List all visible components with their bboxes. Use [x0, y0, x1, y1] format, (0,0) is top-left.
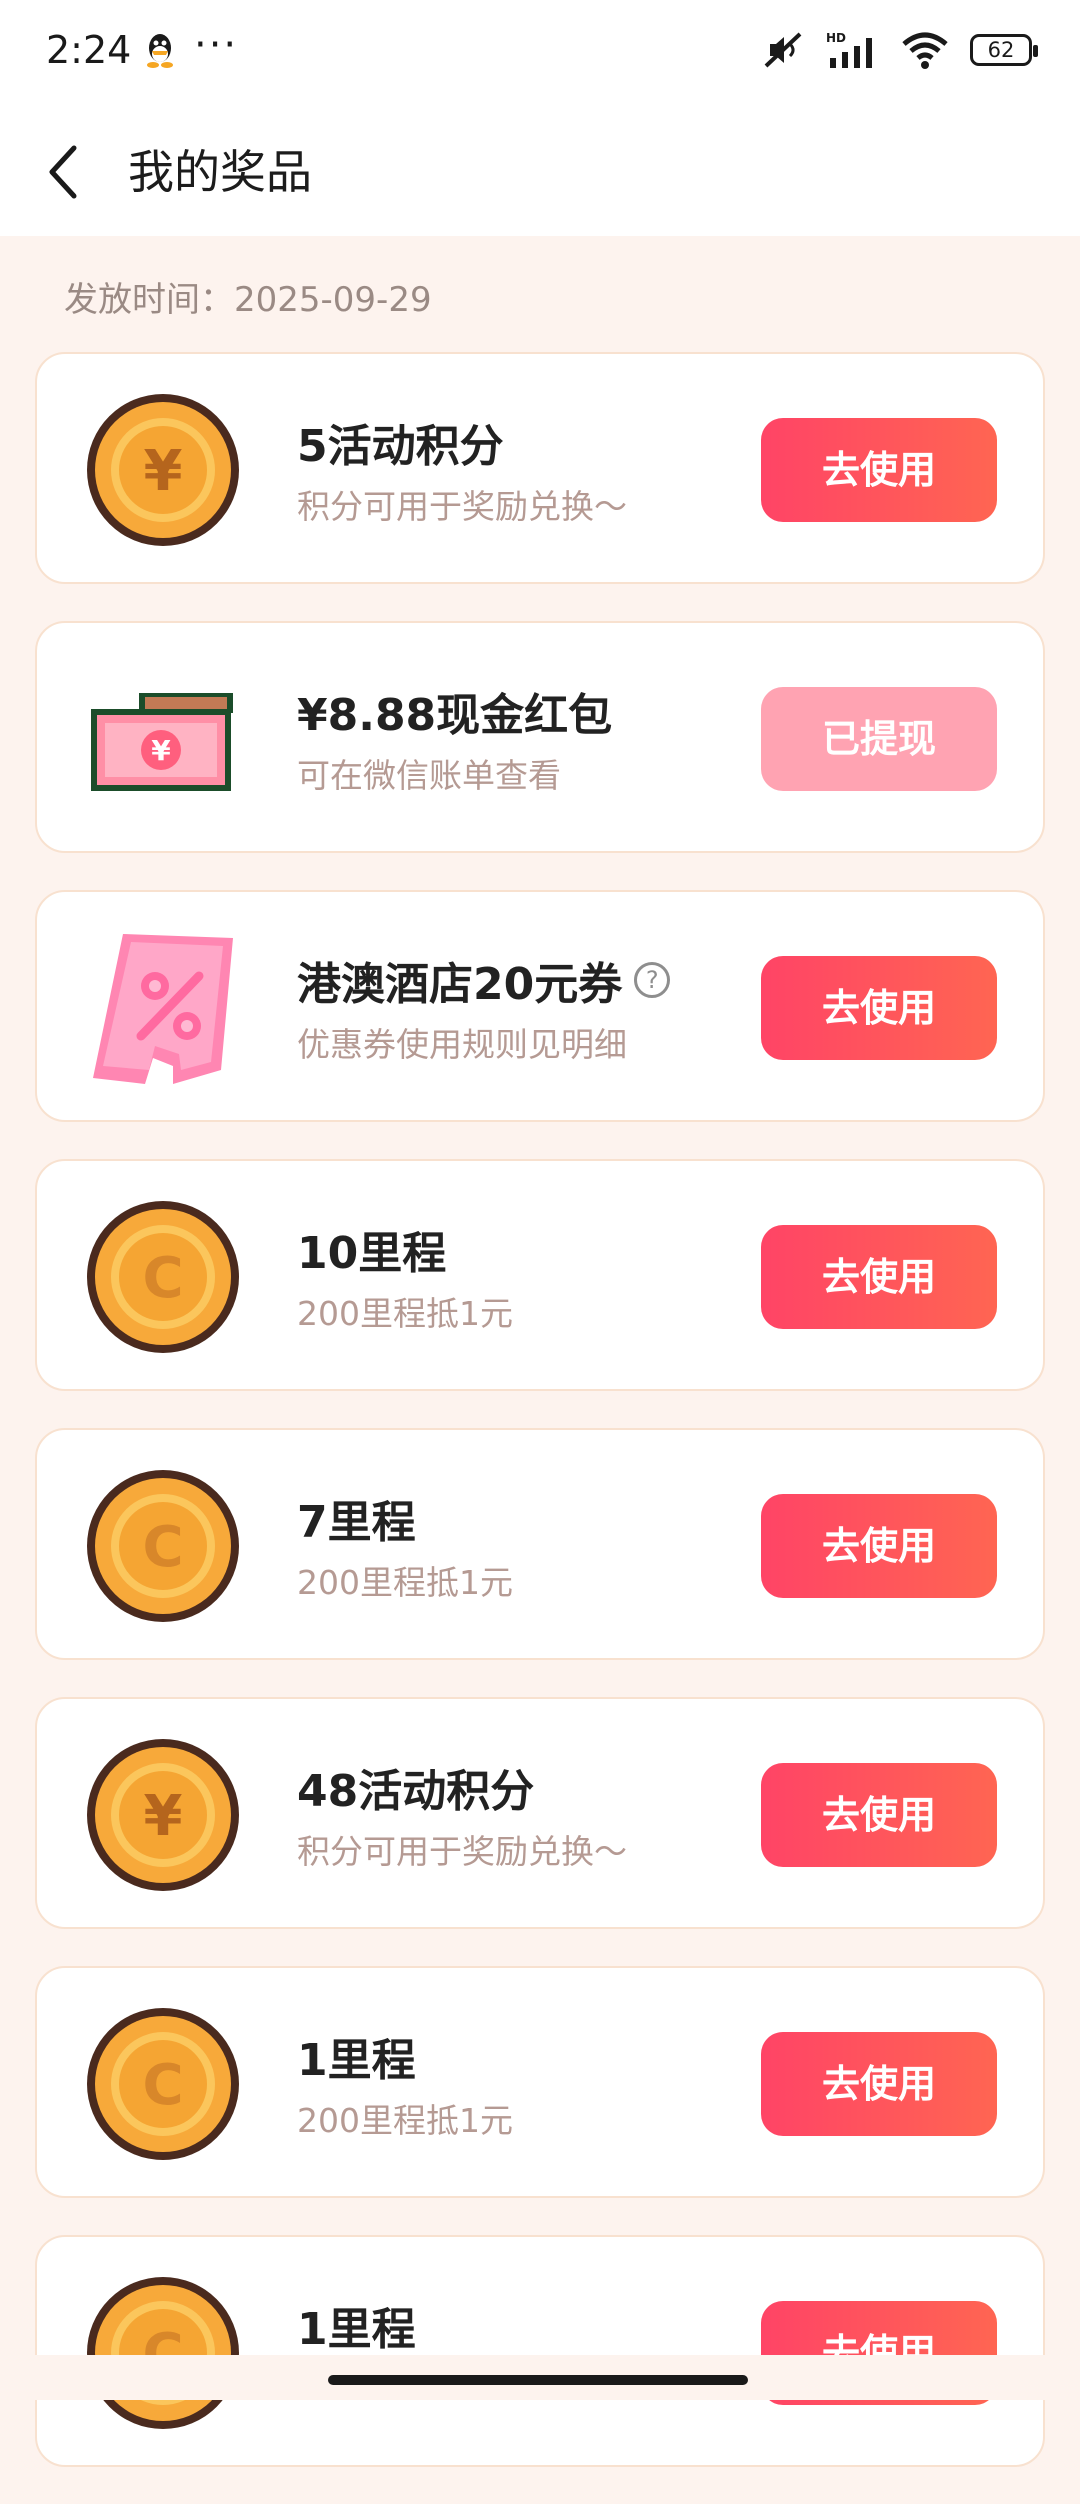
status-bar: 2:24 ··· HD 62	[0, 0, 1080, 108]
yuan-coin-icon: ¥	[87, 394, 239, 546]
svg-text:¥: ¥	[151, 734, 171, 767]
reward-card: C 1里程 200里程抵1元 去使用	[35, 1966, 1045, 2198]
use-button[interactable]: 去使用	[761, 418, 997, 522]
wifi-icon	[902, 32, 948, 69]
reward-name: 1里程	[297, 2304, 416, 2355]
coupon-icon	[93, 934, 233, 1084]
yuan-coin-icon: ¥	[87, 1739, 239, 1891]
use-button[interactable]: 去使用	[761, 1225, 997, 1329]
reward-desc: 200里程抵1元	[297, 2101, 513, 2140]
use-button[interactable]: 去使用	[761, 2032, 997, 2136]
reward-card: ¥ 48活动积分 积分可用于奖励兑换～ 去使用	[35, 1697, 1045, 1929]
reward-card: C 7里程 200里程抵1元 去使用	[35, 1428, 1045, 1660]
reward-card: C 10里程 200里程抵1元 去使用	[35, 1159, 1045, 1391]
svg-text:C: C	[142, 1515, 183, 1580]
reward-desc: 200里程抵1元	[297, 1563, 513, 1602]
more-dots-icon: ···	[194, 22, 239, 68]
page-title: 我的奖品	[128, 145, 312, 199]
mute-icon	[764, 32, 802, 68]
reward-desc: 积分可用于奖励兑换～	[297, 1832, 627, 1871]
use-button[interactable]: 去使用	[761, 1763, 997, 1867]
reward-card: ¥ 5活动积分 积分可用于奖励兑换～ 去使用	[35, 352, 1045, 584]
reward-desc: 优惠券使用规则见明细	[297, 1025, 627, 1064]
reward-name: 港澳酒店20元券 ?	[297, 948, 671, 1012]
mileage-coin-icon: C	[87, 1201, 239, 1353]
reward-name: ¥8.88现金红包	[297, 690, 613, 741]
reward-card: ¥ ¥8.88现金红包 可在微信账单查看 已提现	[35, 621, 1045, 853]
home-indicator[interactable]	[328, 2375, 748, 2385]
chevron-left-icon[interactable]	[36, 138, 96, 206]
mileage-coin-icon: C	[87, 1470, 239, 1622]
battery-icon: 62	[970, 34, 1038, 66]
hd-signal-icon: HD	[826, 31, 872, 68]
svg-text:C: C	[142, 1246, 183, 1311]
status-time: 2:24	[46, 28, 132, 72]
svg-text:¥: ¥	[144, 1784, 183, 1849]
svg-text:HD: HD	[826, 31, 846, 45]
header: 我的奖品	[0, 108, 1080, 236]
reward-name: 5活动积分	[297, 421, 504, 472]
reward-card: 港澳酒店20元券 ? 优惠券使用规则见明细 去使用	[35, 890, 1045, 1122]
mileage-coin-icon: C	[87, 2008, 239, 2160]
reward-desc: 积分可用于奖励兑换～	[297, 487, 627, 526]
svg-text:¥: ¥	[144, 439, 183, 504]
withdrawn-button[interactable]: 已提现	[761, 687, 997, 791]
issue-date: 发放时间：2025-09-29	[64, 280, 432, 320]
help-icon[interactable]: ?	[634, 962, 671, 998]
reward-list: ¥ 5活动积分 积分可用于奖励兑换～ 去使用 ¥ ¥8.88现金红包 可在微信账…	[35, 352, 1045, 2504]
reward-desc: 可在微信账单查看	[297, 756, 561, 795]
reward-name: 7里程	[297, 1497, 416, 1548]
qq-icon	[147, 34, 173, 68]
reward-card: C 1里程 去使用	[35, 2235, 1045, 2467]
svg-text:C: C	[142, 2053, 183, 2118]
use-button[interactable]: 去使用	[761, 1494, 997, 1598]
status-icons: HD 62	[760, 30, 1038, 70]
mileage-coin-icon: C	[87, 2277, 239, 2429]
reward-name: 10里程	[297, 1228, 447, 1279]
reward-name: 48活动积分	[297, 1766, 535, 1817]
reward-desc: 200里程抵1元	[297, 1294, 513, 1333]
use-button[interactable]: 去使用	[761, 956, 997, 1060]
reward-name: 1里程	[297, 2035, 416, 2086]
cash-bill-icon: ¥	[91, 693, 233, 791]
